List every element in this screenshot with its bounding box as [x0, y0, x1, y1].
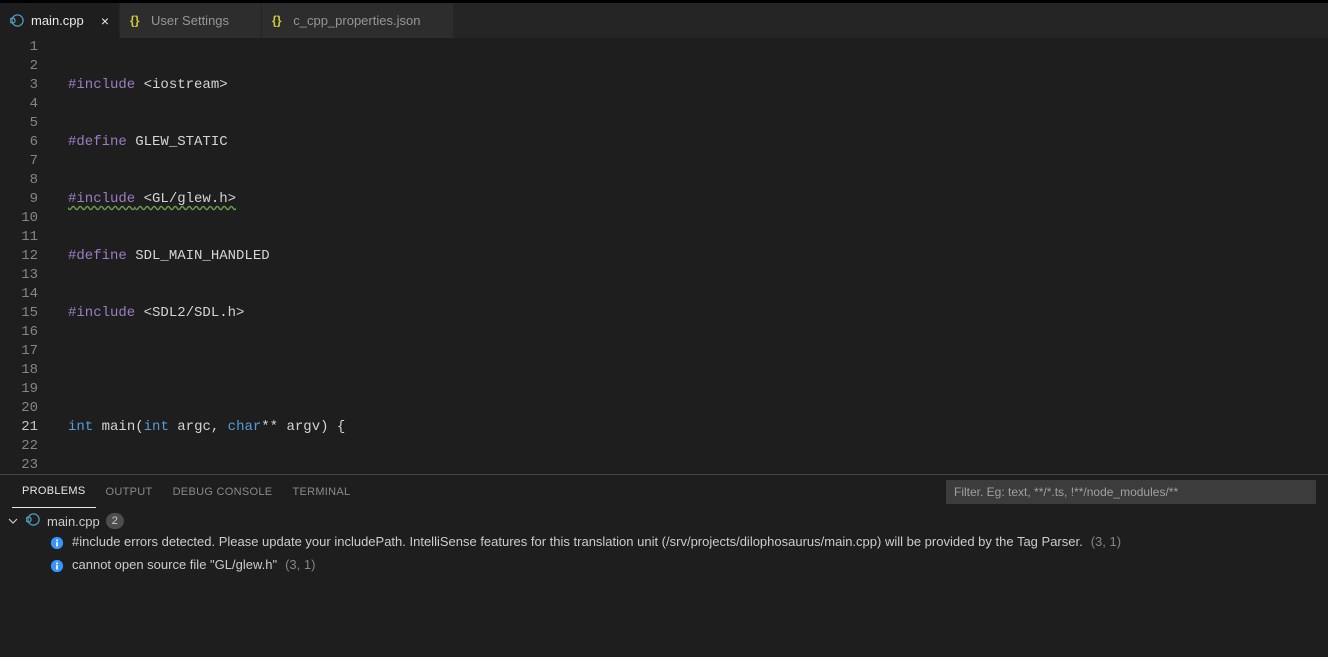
info-icon	[50, 534, 64, 553]
code-token: char	[228, 419, 262, 435]
cpp-file-icon	[10, 13, 25, 28]
tab-user-settings[interactable]: {} User Settings ×	[120, 3, 262, 38]
svg-text:{}: {}	[130, 13, 140, 27]
code-token: ** argv) {	[261, 419, 345, 435]
code-token: int	[68, 419, 93, 435]
json-file-icon: {}	[272, 13, 287, 28]
code-editor[interactable]: 1234567891011121314151617181920212223 #i…	[0, 38, 1328, 474]
problem-message: #include errors detected. Please update …	[72, 534, 1083, 549]
tab-cpp-properties[interactable]: {} c_cpp_properties.json ×	[262, 3, 453, 38]
code-token: GLEW_STATIC	[127, 134, 228, 150]
code-token: SDL_MAIN_HANDLED	[127, 248, 270, 264]
problem-item[interactable]: #include errors detected. Please update …	[0, 532, 1328, 555]
code-token: <SDL2/SDL.h>	[135, 305, 244, 321]
problems-file-row[interactable]: main.cpp 2	[0, 510, 1328, 532]
problem-message: cannot open source file "GL/glew.h"	[72, 557, 277, 572]
tab-label: c_cpp_properties.json	[293, 13, 420, 28]
panel-tab-terminal[interactable]: Terminal	[282, 475, 360, 508]
problems-filter-input[interactable]	[946, 480, 1316, 504]
code-token: #define	[68, 134, 127, 150]
panel-tab-output[interactable]: Output	[96, 475, 163, 508]
code-token: #include	[68, 305, 135, 321]
problem-location: (3, 1)	[1091, 534, 1121, 549]
code-token: #include	[68, 191, 135, 207]
problem-location: (3, 1)	[285, 557, 315, 572]
code-token: argc,	[169, 419, 228, 435]
close-icon[interactable]: ×	[93, 14, 109, 28]
code-token: <GL/glew.h>	[135, 191, 236, 207]
code-content[interactable]: #include <iostream> #define GLEW_STATIC …	[52, 38, 1328, 474]
code-token: #include	[68, 77, 135, 93]
tab-label: User Settings	[151, 13, 229, 28]
json-file-icon: {}	[130, 13, 145, 28]
cpp-file-icon	[26, 512, 41, 530]
svg-text:{}: {}	[272, 13, 282, 27]
line-number-gutter: 1234567891011121314151617181920212223	[0, 38, 52, 474]
problem-item[interactable]: cannot open source file "GL/glew.h" (3, …	[0, 555, 1328, 578]
problems-list: main.cpp 2 #include errors detected. Ple…	[0, 508, 1328, 657]
problems-count-badge: 2	[106, 513, 124, 529]
tab-label: main.cpp	[31, 13, 84, 28]
problems-file-name: main.cpp	[47, 514, 100, 529]
code-token: main(	[93, 419, 143, 435]
code-token: <iostream>	[135, 77, 227, 93]
code-token: int	[144, 419, 169, 435]
panel-tab-debug-console[interactable]: Debug Console	[163, 475, 283, 508]
editor-tab-bar: main.cpp × {} User Settings × {} c_cpp_p…	[0, 3, 1328, 38]
panel-tab-problems[interactable]: Problems	[12, 475, 96, 508]
info-icon	[50, 557, 64, 576]
bottom-panel: Problems Output Debug Console Terminal m…	[0, 474, 1328, 657]
tab-main-cpp[interactable]: main.cpp ×	[0, 3, 120, 38]
panel-tab-bar: Problems Output Debug Console Terminal	[0, 475, 1328, 508]
chevron-down-icon	[6, 516, 20, 526]
code-token: #define	[68, 248, 127, 264]
